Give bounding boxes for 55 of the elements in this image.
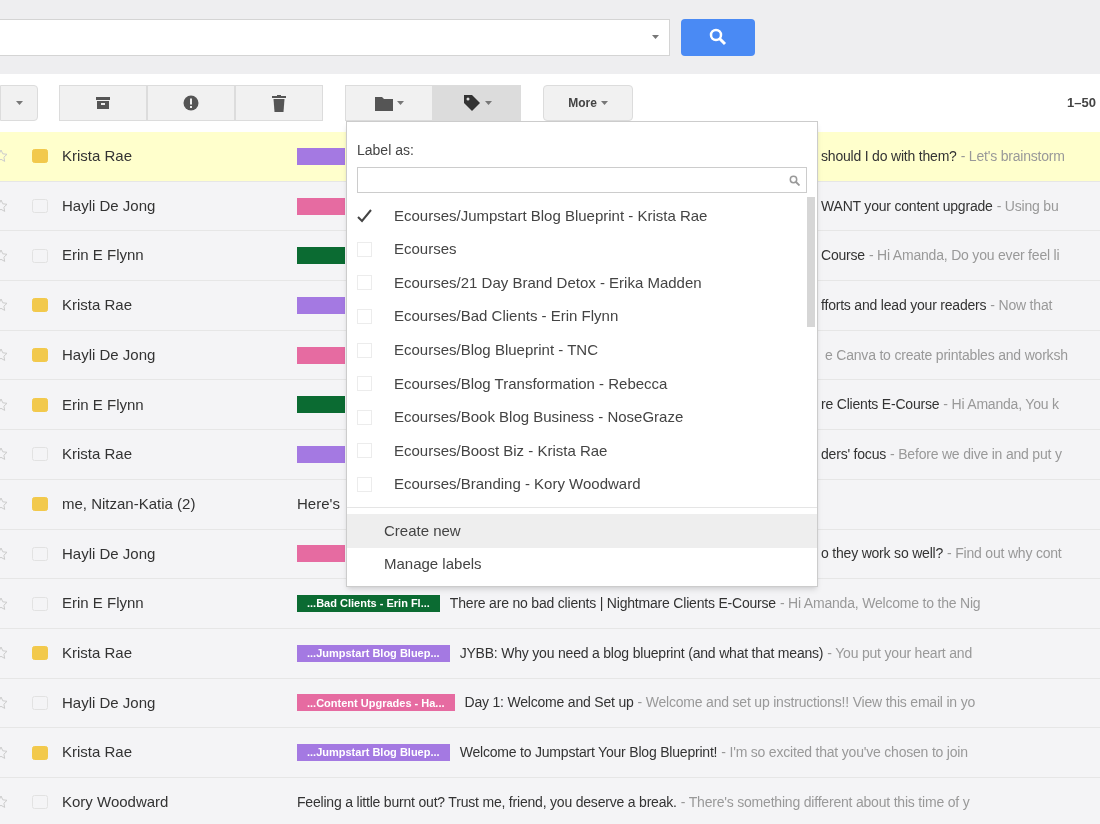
sender-name: Kory Woodward: [62, 792, 170, 813]
email-snippet: - Let's brainstorm: [960, 146, 1065, 166]
label-tag: ...Jumpstart Blog Bluep...: [297, 644, 450, 662]
email-subject: There are no bad clients | Nightmare Clients E-Course: [449, 594, 776, 614]
email-snippet: - Hi Amanda, Welcome to the Nig: [779, 594, 981, 614]
menu-title: Label as:: [357, 141, 415, 160]
sender-name: Hayli De Jong: [62, 344, 157, 365]
sender-name: Krista Rae: [62, 742, 134, 763]
sender-name: Krista Rae: [62, 642, 134, 663]
email-snippet: e Canva to create printables and worksh: [825, 345, 1068, 365]
label-option-text: Ecourses: [394, 239, 457, 260]
label-option-text: Ecourses/Blog Transformation - Rebecca: [394, 373, 668, 394]
label-option-text: Ecourses/21 Day Brand Detox - Erika Madden: [394, 272, 702, 293]
sender-name: Hayli De Jong: [62, 692, 157, 713]
label-option-text: Ecourses/Blog Blueprint - TNC: [394, 339, 598, 360]
email-snippet: - Hi Amanda, Do you ever feel li: [868, 246, 1060, 266]
email-snippet: - Hi Amanda, You k: [943, 395, 1059, 415]
email-subject: Day 1: Welcome and Set up: [464, 693, 634, 713]
sender-name: Hayli De Jong: [62, 195, 157, 216]
email-snippet: - Using bu: [996, 196, 1059, 216]
email-subject: JYBB: Why you need a blog blueprint (and what that means): [459, 643, 824, 663]
label-tag: ...Jumpstart Blog Bluep...: [297, 744, 450, 762]
email-subject: re Clients E-Course: [821, 395, 940, 415]
sender-name: Krista Rae: [62, 295, 134, 316]
sender-name: me, Nitzan-Katia (2): [62, 493, 197, 514]
email-snippet: - You put your heart and: [827, 643, 972, 663]
label-option-text: Ecourses/Bad Clients - Erin Flynn: [394, 306, 619, 327]
label-option-text: Ecourses/Book Blog Business - NoseGraze: [394, 407, 684, 428]
email-snippet: - Now that: [990, 295, 1053, 315]
email-snippet: - Before we dive in and put y: [890, 444, 1062, 464]
email-subject: Feeling a little burnt out? Trust me, friend, you deserve a break.: [297, 792, 677, 812]
email-subject: Course: [821, 246, 865, 266]
email-subject: Welcome to Jumpstart Your Blog Blueprint!: [459, 743, 718, 763]
email-snippet: - I'm so excited that you've chosen to join: [721, 743, 968, 763]
sender-name: Krista Rae: [62, 146, 134, 167]
page-range: 1–50: [1067, 94, 1096, 113]
email-subject: ders' focus: [821, 444, 887, 464]
email-subject: fforts and lead your readers: [821, 295, 987, 315]
label-option-text: Ecourses/Branding - Kory Woodward: [394, 474, 641, 495]
sender-name: Erin E Flynn: [62, 245, 145, 266]
sender-name: Erin E Flynn: [62, 593, 145, 614]
email-subject: should I do with them?: [821, 146, 957, 166]
email-subject: o they work so well?: [821, 544, 944, 564]
email-snippet: - Welcome and set up instructions!! View this email in yo: [637, 693, 976, 713]
label-option-text: Ecourses/Jumpstart Blog Blueprint - Krista Rae: [394, 205, 708, 226]
sender-name: Erin E Flynn: [62, 394, 145, 415]
email-snippet: - There's something different about this time of y: [680, 792, 970, 812]
label-tag: ...Bad Clients - Erin Fl...: [297, 595, 440, 613]
label-tag: ...Content Upgrades - Ha...: [297, 694, 455, 712]
sender-name: Hayli De Jong: [62, 543, 157, 564]
sender-name: Krista Rae: [62, 444, 134, 465]
email-snippet: - Find out why cont: [947, 544, 1062, 564]
email-subject: Here's: [297, 493, 340, 514]
label-option-text: Ecourses/Boost Biz - Krista Rae: [394, 440, 608, 461]
email-subject: WANT your content upgrade: [821, 196, 993, 216]
